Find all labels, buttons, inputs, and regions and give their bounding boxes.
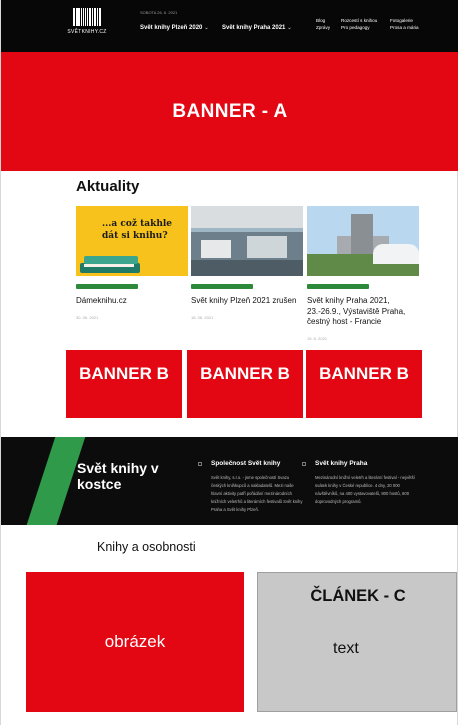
people-section-title: Knihy a osobnosti (97, 540, 196, 554)
chevron-down-icon: ⌄ (204, 25, 209, 31)
news-card[interactable]: ...a což takhle dát si knihu? Dámeknihu.… (76, 206, 188, 320)
nav-menu-col-2: Rozcestí s knihou Pro pedagogy (341, 17, 377, 31)
banner-a[interactable]: BANNER - A (1, 52, 458, 171)
about-column: Svět knihy Praha Mezinárodní knižní vele… (302, 460, 415, 506)
photo-tent (373, 244, 419, 264)
news-card-title[interactable]: Svět knihy Praha 2021, 23.-26.9., Výstav… (307, 296, 421, 328)
news-card-date: 18. 06. 2021 (191, 314, 214, 320)
about-column-heading[interactable]: Společnost Svět knihy (211, 460, 303, 467)
nav-item-zpravy[interactable]: Zprávy (316, 24, 330, 31)
nav-item-pedagogy[interactable]: Pro pedagogy (341, 24, 377, 31)
nav-link-praha-label: Svět knihy Praha 2021 (222, 25, 286, 31)
nav-item-prosa[interactable]: Prosa a mária (390, 24, 419, 31)
news-card-date: 15. 6. 2021 (307, 335, 328, 341)
about-section: Svět knihy v kostce Společnost Svět knih… (1, 437, 458, 525)
photo-tent-roof (191, 206, 303, 228)
book-pages-decoration (84, 264, 134, 267)
photo-stall (201, 240, 231, 258)
news-card-image-caption: ...a což takhle dát si knihu? (102, 219, 173, 241)
nav-link-plzen-label: Svět knihy Plzeň 2020 (140, 25, 203, 31)
about-column-text: Mezinárodní knižní veletrh a literární f… (315, 475, 415, 504)
news-card-image[interactable] (191, 206, 303, 276)
image-placeholder-label: obrázek (104, 632, 166, 651)
nav-link-plzen[interactable]: Svět knihy Plzeň 2020 ⌄ (140, 25, 209, 31)
category-badge[interactable] (307, 284, 369, 289)
page-frame: SVĚTKNIHY.CZ SOBOTA 26. 6. 2021 Svět kni… (0, 0, 458, 725)
about-column-text: Svět knihy, s.r.o. - jsme společností Sv… (211, 475, 303, 512)
news-section-title: Aktuality (76, 178, 140, 195)
news-card-title[interactable]: Dámeknihu.cz (76, 296, 188, 307)
about-title: Svět knihy v kostce (77, 460, 159, 492)
nav-menu-col-3: Fotogalerie Prosa a mária (390, 17, 419, 31)
article-heading[interactable]: ČLÁNEK - C (258, 587, 458, 606)
nav-item-blog[interactable]: Blog (316, 17, 330, 24)
nav-menu-col-1: Blog Zprávy (316, 17, 330, 31)
photo-floor (191, 260, 303, 276)
category-badge[interactable] (191, 284, 253, 289)
nav-item-rozcesti[interactable]: Rozcestí s knihou (341, 17, 377, 24)
news-card[interactable]: Svět knihy Praha 2021, 23.-26.9., Výstav… (307, 206, 421, 341)
banner-b[interactable]: BANNER B (187, 350, 303, 418)
nav-item-fotogalerie[interactable]: Fotogalerie (390, 17, 419, 24)
news-card-image[interactable]: ...a což takhle dát si knihu? (76, 206, 188, 276)
photo-stall (247, 236, 287, 258)
current-date: SOBOTA 26. 6. 2021 (140, 10, 178, 15)
nav-link-praha[interactable]: Svět knihy Praha 2021 ⌄ (222, 25, 292, 31)
about-column-heading[interactable]: Svět knihy Praha (315, 460, 415, 467)
news-card-date: 30. 06. 2021 (76, 314, 99, 320)
article-c[interactable]: ČLÁNEK - C text (257, 572, 457, 712)
barcode-logo-icon (73, 8, 102, 26)
news-card-image[interactable] (307, 206, 419, 276)
news-card-title[interactable]: Svět knihy Plzeň 2021 zrušen (191, 296, 303, 307)
news-card[interactable]: Svět knihy Plzeň 2021 zrušen 18. 06. 202… (191, 206, 303, 320)
top-navigation: SVĚTKNIHY.CZ SOBOTA 26. 6. 2021 Svět kni… (1, 0, 458, 52)
book-icon (84, 256, 138, 264)
brand-name: SVĚTKNIHY.CZ (67, 29, 107, 35)
banner-b[interactable]: BANNER B (66, 350, 182, 418)
square-bullet-icon (198, 462, 202, 466)
article-text: text (333, 640, 359, 657)
article-image-placeholder[interactable]: obrázek (26, 572, 244, 712)
banner-b[interactable]: BANNER B (306, 350, 422, 418)
site-logo[interactable]: SVĚTKNIHY.CZ (59, 8, 115, 42)
about-column: Společnost Svět knihy Svět knihy, s.r.o.… (198, 460, 303, 514)
category-badge[interactable] (76, 284, 138, 289)
square-bullet-icon (302, 462, 306, 466)
chevron-down-icon: ⌄ (287, 25, 292, 31)
